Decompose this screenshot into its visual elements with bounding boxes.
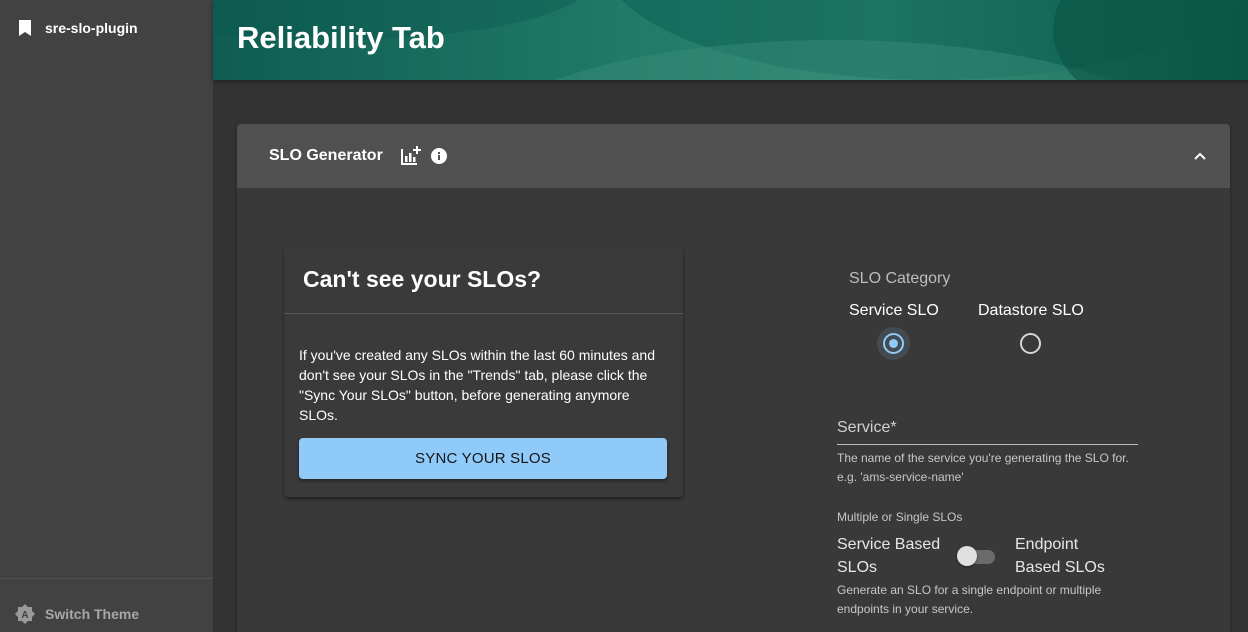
slo-scope-helper-text: Generate an SLO for a single endpoint or… bbox=[837, 583, 1102, 616]
slo-scope-label: Multiple or Single SLOs bbox=[837, 510, 963, 524]
datastore-slo-radio[interactable] bbox=[1020, 333, 1041, 354]
card-divider bbox=[284, 313, 683, 314]
sidebar-divider bbox=[0, 578, 213, 579]
service-slo-radio[interactable] bbox=[883, 333, 904, 354]
switch-theme-button[interactable]: A Switch Theme bbox=[0, 600, 213, 628]
card-body-text: If you've created any SLOs within the la… bbox=[299, 347, 655, 423]
sync-slos-card: Can't see your SLOs? If you've created a… bbox=[284, 247, 683, 497]
accordion-title: SLO Generator bbox=[269, 147, 383, 164]
service-input-label: Service* bbox=[837, 419, 897, 436]
slo-generator-accordion: SLO Generator Can't see your SLOs? If yo… bbox=[237, 124, 1230, 632]
chart-add-icon[interactable] bbox=[401, 145, 421, 165]
page-header: Reliability Tab bbox=[213, 0, 1248, 80]
bookmark-icon bbox=[19, 20, 31, 36]
slo-scope-toggle[interactable] bbox=[957, 545, 997, 567]
service-helper-text: The name of the service you're generatin… bbox=[837, 451, 1129, 484]
svg-text:A: A bbox=[21, 610, 28, 621]
switch-theme-label: Switch Theme bbox=[45, 606, 140, 622]
datastore-slo-label: Datastore SLO bbox=[978, 302, 1084, 319]
endpoint-based-slos-label: Endpoint Based SLOs bbox=[1015, 536, 1105, 576]
auto-theme-icon: A bbox=[15, 604, 35, 624]
chevron-up-icon[interactable] bbox=[1192, 148, 1208, 164]
info-icon[interactable] bbox=[431, 148, 447, 164]
service-based-slos-label: Service Based SLOs bbox=[837, 536, 941, 576]
sidebar-item-sre-slo-plugin[interactable]: sre-slo-plugin bbox=[0, 14, 213, 42]
sync-your-slos-button[interactable]: SYNC YOUR SLOS bbox=[299, 438, 667, 479]
slo-category-label: SLO Category bbox=[849, 270, 951, 287]
card-title: Can't see your SLOs? bbox=[303, 266, 542, 292]
radio-selected-dot bbox=[889, 339, 898, 348]
toggle-thumb bbox=[957, 546, 977, 566]
service-slo-label: Service SLO bbox=[849, 302, 939, 319]
sidebar-item-label: sre-slo-plugin bbox=[45, 20, 138, 36]
page-title: Reliability Tab bbox=[237, 20, 445, 55]
service-input[interactable]: Service* bbox=[837, 414, 1138, 445]
accordion-header[interactable]: SLO Generator bbox=[237, 124, 1230, 188]
sidebar: sre-slo-plugin A Switch Theme bbox=[0, 0, 213, 632]
